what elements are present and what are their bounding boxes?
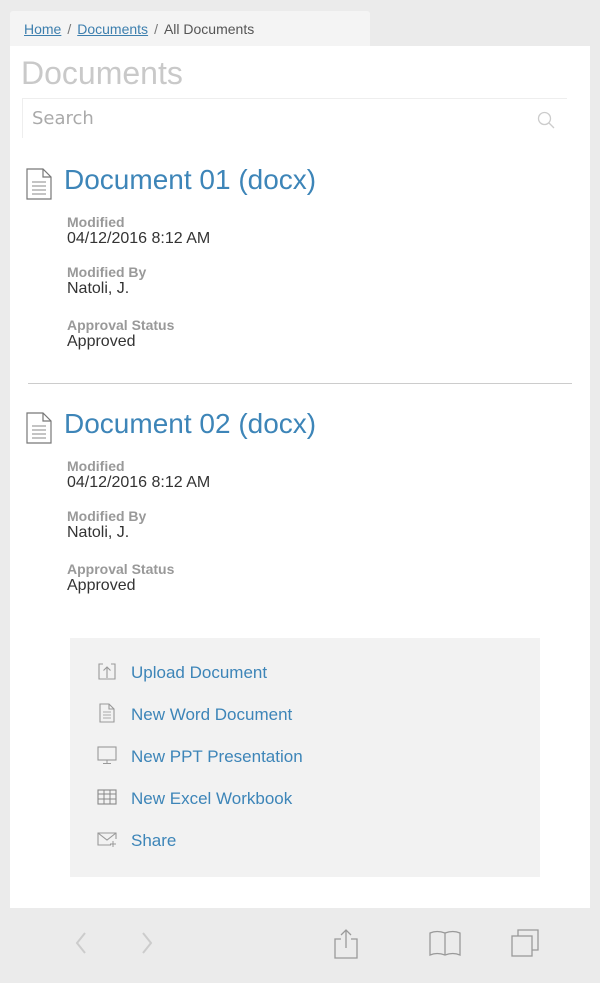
document-title-link[interactable]: Document 02 (docx) — [64, 408, 316, 440]
mail-icon — [97, 829, 117, 854]
upload-icon — [97, 661, 117, 686]
field-modified: Modified 04/12/2016 8:12 AM — [67, 458, 210, 492]
browser-toolbar — [0, 910, 600, 983]
field-modified-by: Modified By Natoli, J. — [67, 264, 146, 298]
table-icon — [97, 787, 117, 812]
share-action[interactable]: Share — [97, 829, 176, 853]
monitor-icon — [97, 745, 117, 770]
field-value: Approved — [67, 577, 136, 594]
field-label: Modified By — [67, 508, 147, 524]
field-modified: Modified 04/12/2016 8:12 AM — [67, 214, 210, 248]
search-box — [22, 98, 567, 138]
share-icon[interactable] — [332, 928, 360, 965]
field-approval-status: Approval Status Approved — [67, 561, 174, 595]
document-icon — [26, 412, 52, 449]
field-label: Approval Status — [67, 561, 175, 577]
document-title-link[interactable]: Document 01 (docx) — [64, 164, 316, 196]
field-modified-by: Modified By Natoli, J. — [67, 508, 146, 542]
search-icon[interactable] — [537, 111, 555, 134]
breadcrumb-documents[interactable]: Documents — [77, 21, 148, 37]
field-label: Modified By — [67, 264, 147, 280]
action-label: New PPT Presentation — [131, 747, 303, 766]
new-excel-workbook-action[interactable]: New Excel Workbook — [97, 787, 292, 811]
field-value: Approved — [67, 333, 136, 350]
divider — [28, 383, 572, 384]
field-value: Natoli, J. — [67, 280, 130, 297]
field-value: Natoli, J. — [67, 524, 130, 541]
action-label: Upload Document — [131, 663, 268, 682]
document-icon — [97, 702, 117, 728]
new-word-document-action[interactable]: New Word Document — [97, 702, 293, 728]
action-label: Share — [131, 831, 177, 850]
field-value: 04/12/2016 8:12 AM — [67, 230, 211, 247]
breadcrumb-current: All Documents — [163, 21, 255, 37]
bookmarks-icon[interactable] — [428, 928, 462, 963]
page-title: Documents — [21, 55, 183, 91]
breadcrumb-separator: / — [154, 21, 158, 37]
field-value: 04/12/2016 8:12 AM — [67, 474, 211, 491]
document-icon — [26, 168, 52, 205]
new-ppt-presentation-action[interactable]: New PPT Presentation — [97, 745, 303, 769]
back-icon[interactable] — [72, 928, 90, 963]
field-approval-status: Approval Status Approved — [67, 317, 174, 351]
field-label: Modified — [67, 458, 125, 474]
documents-panel: Documents Document 01 (docx) Modified 04… — [10, 46, 590, 908]
search-input[interactable] — [23, 99, 512, 137]
action-label: New Word Document — [131, 705, 293, 724]
action-label: New Excel Workbook — [131, 789, 293, 808]
field-label: Modified — [67, 214, 125, 230]
actions-menu: Upload Document New Word Document New PP… — [70, 638, 540, 877]
upload-document-action[interactable]: Upload Document — [97, 661, 267, 685]
tabs-icon[interactable] — [510, 928, 542, 965]
breadcrumb: Home / Documents / All Documents — [10, 11, 370, 47]
breadcrumb-separator: / — [67, 21, 72, 37]
field-label: Approval Status — [67, 317, 175, 333]
forward-icon[interactable] — [138, 928, 156, 963]
breadcrumb-home[interactable]: Home — [24, 21, 61, 37]
